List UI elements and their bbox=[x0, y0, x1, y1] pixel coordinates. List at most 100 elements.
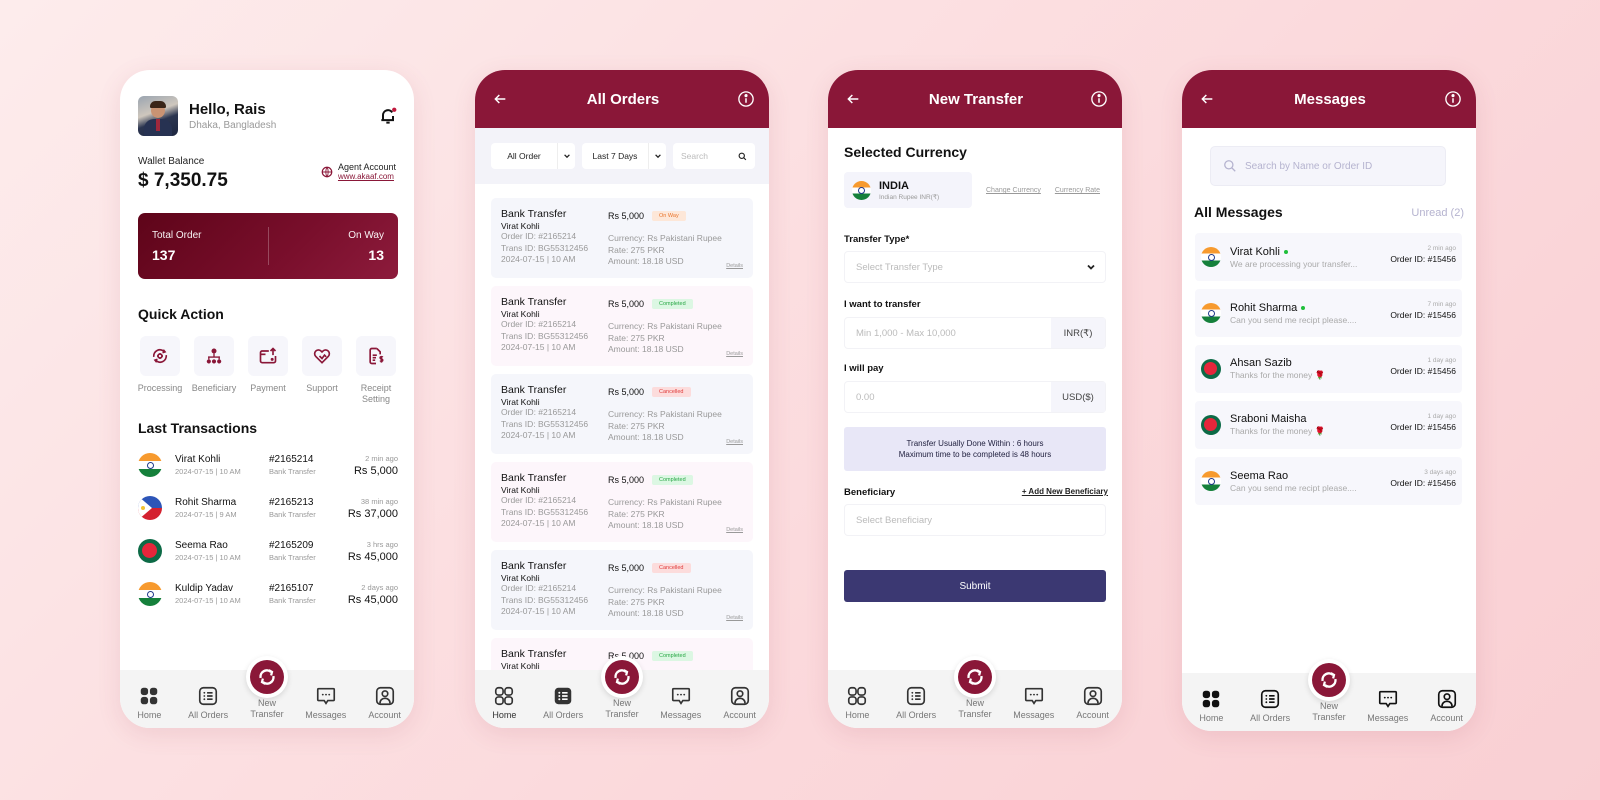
order-rate: Rate: 275 PKR bbox=[608, 332, 665, 343]
change-currency-link[interactable]: Change Currency bbox=[986, 187, 1041, 194]
quick-action-processing[interactable]: Processing bbox=[136, 336, 184, 405]
nav-home[interactable]: Home bbox=[829, 685, 885, 720]
nav-home[interactable]: Home bbox=[121, 685, 177, 720]
nav-messages[interactable]: Messages bbox=[1006, 685, 1062, 720]
nav-messages[interactable]: Messages bbox=[298, 685, 354, 720]
order-currency: Currency: Rs Pakistani Rupee bbox=[608, 409, 722, 419]
submit-button[interactable]: Submit bbox=[844, 570, 1106, 602]
transaction-row[interactable]: Kuldip Yadav 2024-07-15 | 10 AM #2165107 B… bbox=[138, 576, 398, 612]
avatar[interactable] bbox=[138, 96, 178, 136]
currency-name: Indian Rupee INR(₹) bbox=[879, 193, 940, 201]
message-row[interactable]: Seema Rao Can you send me recipt please..… bbox=[1195, 457, 1462, 505]
on-way-value: 13 bbox=[368, 247, 384, 263]
nav-new-transfer[interactable]: New Transfer bbox=[594, 656, 650, 720]
account-icon bbox=[374, 685, 396, 707]
nav-all-orders[interactable]: All Orders bbox=[535, 685, 591, 720]
nav-all-orders[interactable]: All Orders bbox=[888, 685, 944, 720]
back-button[interactable] bbox=[844, 90, 862, 108]
messages-list: Virat Kohli We are processing your transf… bbox=[1195, 233, 1462, 513]
info-icon bbox=[737, 90, 755, 108]
message-row[interactable]: Ahsan Sazib Thanks for the money 🌹 1 day a… bbox=[1195, 345, 1462, 393]
info-button[interactable] bbox=[1444, 90, 1462, 108]
nav-home[interactable]: Home bbox=[1183, 688, 1239, 723]
nav-messages[interactable]: Messages bbox=[653, 685, 709, 720]
order-amount: Rs 5,000 bbox=[608, 475, 645, 485]
order-card[interactable]: Bank TransferVirat KohliOrder ID: #21652… bbox=[491, 198, 753, 278]
quick-action-payment[interactable]: Payment bbox=[244, 336, 292, 405]
nav-all-orders[interactable]: All Orders bbox=[180, 685, 236, 720]
nav-messages[interactable]: Messages bbox=[1360, 688, 1416, 723]
nav-account[interactable]: Account bbox=[1419, 688, 1475, 723]
details-link[interactable]: Details bbox=[726, 527, 743, 533]
unread-filter[interactable]: Unread (2) bbox=[1411, 207, 1464, 219]
order-type-select[interactable]: All Order bbox=[491, 143, 575, 169]
wallet-balance-label: Wallet Balance bbox=[138, 156, 205, 167]
transaction-row[interactable]: Seema Rao 2024-07-15 | 10 AM #2165209 Bank… bbox=[138, 533, 398, 569]
add-beneficiary-link[interactable]: + Add New Beneficiary bbox=[1022, 487, 1108, 496]
quick-action-title: Quick Action bbox=[138, 306, 224, 322]
currency-rate-link[interactable]: Currency Rate bbox=[1055, 187, 1100, 194]
list-filled-icon bbox=[554, 687, 572, 705]
transfer-type-select[interactable]: Select Transfer Type bbox=[844, 251, 1106, 283]
agent-website-link[interactable]: www.akaaf.com bbox=[338, 172, 396, 181]
transaction-row[interactable]: Rohit Sharma 2024-07-15 | 9 AM #2165213 Ba… bbox=[138, 490, 398, 526]
contact-name: Seema Rao bbox=[1230, 469, 1289, 482]
order-rate: Rate: 275 PKR bbox=[608, 244, 665, 255]
nav-new-transfer[interactable]: New Transfer bbox=[1301, 659, 1357, 723]
back-button[interactable] bbox=[491, 90, 509, 108]
nav-home[interactable]: Home bbox=[476, 685, 532, 720]
chat-icon bbox=[1377, 688, 1399, 710]
bottom-nav: Home All Orders New Transfer Messages Acc… bbox=[475, 656, 769, 728]
details-link[interactable]: Details bbox=[726, 615, 743, 621]
message-row[interactable]: Rohit Sharma Can you send me recipt pleas… bbox=[1195, 289, 1462, 337]
back-arrow-icon bbox=[845, 91, 861, 107]
quick-action-support[interactable]: Support bbox=[298, 336, 346, 405]
page-title: Messages bbox=[1294, 90, 1366, 108]
chat-icon bbox=[1023, 685, 1045, 707]
transfer-amount-input[interactable]: Min 1,000 - Max 10,000 INR(₹) bbox=[844, 317, 1106, 349]
info-button[interactable] bbox=[1090, 90, 1108, 108]
home-grid-icon bbox=[1200, 688, 1222, 710]
message-row[interactable]: Virat Kohli We are processing your transf… bbox=[1195, 233, 1462, 281]
contact-name: Ahsan Sazib bbox=[1230, 357, 1292, 369]
order-currency: Currency: Rs Pakistani Rupee bbox=[608, 321, 722, 331]
order-amount: Rs 5,000 bbox=[608, 387, 645, 397]
quick-action-receipt-setting[interactable]: Receipt Setting bbox=[352, 336, 400, 405]
order-card[interactable]: Bank TransferVirat KohliOrder ID: #21652… bbox=[491, 286, 753, 366]
contact-name: Virat Kohli bbox=[1230, 245, 1280, 258]
usd-unit: USD($) bbox=[1051, 382, 1105, 412]
receipt-icon bbox=[369, 347, 384, 365]
order-card[interactable]: Bank TransferVirat KohliOrder ID: #21652… bbox=[491, 550, 753, 630]
account-icon bbox=[1436, 688, 1458, 710]
transaction-row[interactable]: Virat Kohli 2024-07-15 | 10 AM #2165214 Ba… bbox=[138, 447, 398, 483]
want-to-transfer-label: I want to transfer bbox=[844, 299, 921, 310]
pay-amount-input[interactable]: 0.00 USD($) bbox=[844, 381, 1106, 413]
page-title: New Transfer bbox=[928, 90, 1024, 108]
nav-new-transfer[interactable]: New Transfer bbox=[947, 656, 1003, 720]
order-card[interactable]: Bank TransferVirat KohliOrder ID: #21652… bbox=[491, 462, 753, 542]
details-link[interactable]: Details bbox=[726, 351, 743, 357]
philippines-flag-icon bbox=[138, 496, 162, 520]
beneficiary-select[interactable]: Select Beneficiary bbox=[844, 504, 1106, 536]
order-card[interactable]: Bank TransferVirat KohliOrder ID: #21652… bbox=[491, 374, 753, 454]
back-button[interactable] bbox=[1198, 90, 1216, 108]
order-recipient: Virat Kohli bbox=[501, 573, 540, 583]
order-usd-amount: Amount: 18.18 USD bbox=[608, 608, 684, 618]
info-button[interactable] bbox=[737, 90, 755, 108]
nav-all-orders[interactable]: All Orders bbox=[1242, 688, 1298, 723]
nav-account[interactable]: Account bbox=[1065, 685, 1121, 720]
trans-id: Trans ID: BG55312456 bbox=[501, 594, 589, 605]
nav-account[interactable]: Account bbox=[712, 685, 768, 720]
message-search-input[interactable]: Search by Name or Order ID bbox=[1210, 146, 1446, 186]
order-amount: Rs 5,000 bbox=[608, 299, 645, 309]
details-link[interactable]: Details bbox=[726, 263, 743, 269]
notification-bell-icon[interactable] bbox=[378, 106, 398, 126]
order-id: Order ID: #2165214 bbox=[501, 231, 577, 241]
message-row[interactable]: Sraboni Maisha Thanks for the money 🌹 1 da… bbox=[1195, 401, 1462, 449]
details-link[interactable]: Details bbox=[726, 439, 743, 445]
quick-action-beneficiary[interactable]: Beneficiary bbox=[190, 336, 238, 405]
nav-new-transfer[interactable]: New Transfer bbox=[239, 656, 295, 720]
nav-account[interactable]: Account bbox=[357, 685, 413, 720]
search-input[interactable]: Search bbox=[673, 143, 755, 169]
period-select[interactable]: Last 7 Days bbox=[582, 143, 666, 169]
